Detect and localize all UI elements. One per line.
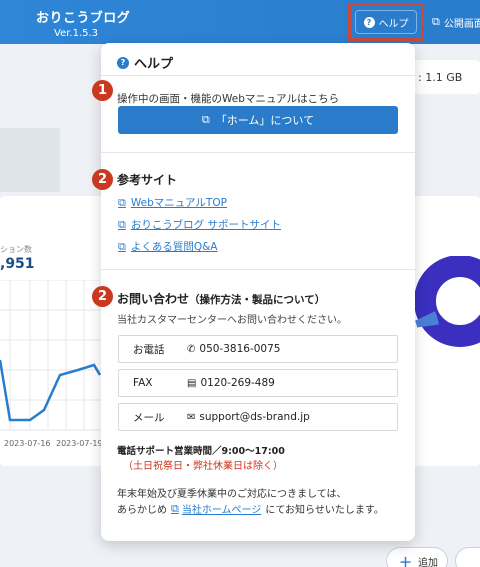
company-homepage-label: 当社ホームページ xyxy=(181,505,262,516)
divider xyxy=(101,75,415,76)
question-icon: ? xyxy=(363,16,375,28)
divider xyxy=(101,269,415,270)
step-badge-1: 1 xyxy=(92,80,113,101)
add-button[interactable]: ＋ 追加 xyxy=(386,547,448,567)
session-label: ション数 xyxy=(0,245,32,254)
storage-card: : 1.1 GB xyxy=(410,60,480,94)
help-button-highlight: ? ヘルプ xyxy=(348,3,424,41)
holiday-notice-line1: 年末年始及び夏季休業中のご対応につきましては、 xyxy=(117,489,347,500)
question-icon: ? xyxy=(117,56,129,69)
external-link-icon: ⧉ xyxy=(201,113,210,126)
holiday-pre: あらかじめ xyxy=(117,505,167,516)
contact-intro: 当社カスタマーセンターへお問い合わせください。 xyxy=(117,315,347,326)
mail-label: メール xyxy=(133,411,165,424)
holiday-post: にてお知らせいたします。 xyxy=(265,505,384,516)
help-popover-title: ? ヘルプ xyxy=(117,53,173,72)
support-hours-note: （土日祝祭日・弊社休業日は除く） xyxy=(123,461,283,472)
top-bar: おりこうブログ Ver.1.5.3 ? ヘルプ ⧉ 公開画面 xyxy=(0,0,480,44)
manual-button-label: 「ホーム」について xyxy=(215,114,315,127)
x-tick-label: 2023-07-16 xyxy=(4,439,51,448)
donut-segment xyxy=(414,311,439,328)
edit-button[interactable] xyxy=(455,547,480,567)
add-button-label: 追加 xyxy=(418,557,439,567)
fax-value: 0120-269-489 xyxy=(200,377,275,389)
help-button[interactable]: ? ヘルプ xyxy=(355,10,417,34)
fax-icon: ▤ xyxy=(187,377,197,389)
contact-title: お問い合わせ（操作方法・製品について） xyxy=(117,290,325,307)
phone-icon: ✆ xyxy=(187,343,196,355)
side-block xyxy=(0,128,60,192)
phone-row: お電話 ✆ 050-3816-0075 xyxy=(118,335,398,363)
external-link-icon: ⧉ xyxy=(118,239,126,253)
contact-title-text: お問い合わせ xyxy=(117,292,190,306)
public-page-button[interactable]: ⧉ 公開画面 xyxy=(428,10,480,34)
mail-row: メール ✉ support@ds-brand.jp xyxy=(118,403,398,431)
storage-value: : 1.1 GB xyxy=(418,70,463,84)
manual-button[interactable]: ⧉ 「ホーム」について xyxy=(118,106,398,134)
x-tick-label: 2023-07-19 xyxy=(56,439,103,448)
public-page-label: 公開画面 xyxy=(443,18,480,30)
phone-value: 050-3816-0075 xyxy=(199,343,281,355)
plus-icon: ＋ xyxy=(399,555,413,567)
link-web-manual[interactable]: ⧉ WebマニュアルTOP xyxy=(118,195,227,210)
link-support-site[interactable]: ⧉ おりこうブログ サポートサイト xyxy=(118,217,281,232)
manual-text: 操作中の画面・機能のWebマニュアルはこちら xyxy=(117,93,340,105)
link-label: WebマニュアルTOP xyxy=(130,197,227,209)
contact-subtitle: （操作方法・製品について） xyxy=(189,294,326,306)
step-badge-2: 2 xyxy=(92,169,113,190)
app-version: Ver.1.5.3 xyxy=(54,28,99,39)
external-link-icon: ⧉ xyxy=(171,501,179,515)
mail-value: support@ds-brand.jp xyxy=(199,411,310,423)
link-label: よくある質問Q&A xyxy=(130,241,218,253)
divider xyxy=(101,152,415,153)
envelope-icon: ✉ xyxy=(187,411,196,423)
support-hours: 電話サポート営業時間／9:00～17:00 xyxy=(117,446,285,457)
help-button-label: ヘルプ xyxy=(378,18,409,30)
link-label: おりこうブログ サポートサイト xyxy=(130,219,281,231)
fax-label: FAX xyxy=(133,377,153,389)
line-chart: 2023-07-16 2023-07-19 xyxy=(0,280,104,448)
holiday-notice-line2: あらかじめ ⧉ 当社ホームページ にてお知らせいたします。 xyxy=(117,501,384,517)
phone-label: お電話 xyxy=(133,343,165,356)
step-badge-3: 2 xyxy=(92,286,113,307)
help-popover: ? ヘルプ 1 操作中の画面・機能のWebマニュアルはこちら ⧉ 「ホーム」につ… xyxy=(92,43,415,541)
chart-grid xyxy=(0,280,104,431)
chart-series-line xyxy=(0,359,102,422)
session-value: ,951 xyxy=(0,256,35,272)
external-link-icon: ⧉ xyxy=(118,195,126,209)
mail-value-wrap: ✉ support@ds-brand.jp xyxy=(187,411,310,423)
app-name: おりこうブログ xyxy=(36,11,131,26)
fax-row: FAX ▤ 0120-269-489 xyxy=(118,369,398,397)
external-link-icon: ⧉ xyxy=(432,15,440,28)
external-link-icon: ⧉ xyxy=(118,217,126,231)
phone-value-wrap: ✆ 050-3816-0075 xyxy=(187,343,280,355)
brand: おりこうブログ Ver.1.5.3 xyxy=(36,7,130,39)
donut-segment xyxy=(414,256,480,347)
help-title-text: ヘルプ xyxy=(134,57,174,72)
link-faq[interactable]: ⧉ よくある質問Q&A xyxy=(118,239,218,254)
company-homepage-link[interactable]: ⧉ 当社ホームページ xyxy=(171,501,262,517)
fax-value-wrap: ▤ 0120-269-489 xyxy=(187,377,275,389)
reference-title: 参考サイト xyxy=(117,173,178,187)
